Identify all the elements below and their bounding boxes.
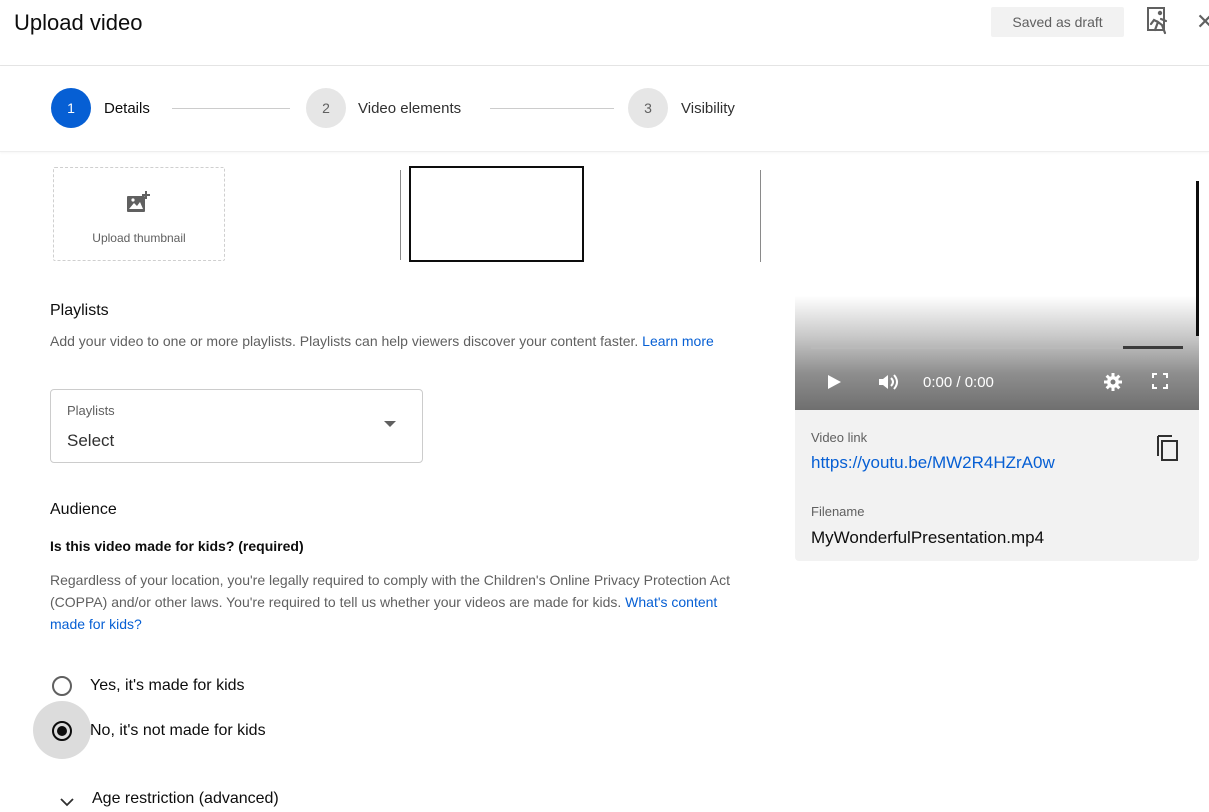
- upload-stepper: 1 Details 2 Video elements 3 Visibility: [0, 66, 1209, 152]
- video-info-panel: Video link https://youtu.be/MW2R4HZrA0w …: [795, 410, 1199, 561]
- learn-more-link[interactable]: Learn more: [642, 333, 714, 349]
- add-photo-icon: [126, 190, 152, 214]
- age-restriction-label: Age restriction (advanced): [92, 790, 279, 807]
- step-details-label[interactable]: Details: [104, 100, 150, 117]
- audience-title: Audience: [50, 501, 117, 518]
- close-icon[interactable]: ✕: [1196, 10, 1209, 34]
- escalate-help-icon[interactable]: [1146, 6, 1172, 36]
- step-connector: [490, 108, 614, 109]
- filename-label: Filename: [811, 504, 865, 519]
- radio-yes-label[interactable]: Yes, it's made for kids: [90, 677, 245, 695]
- step-2-circle[interactable]: 2: [306, 88, 346, 128]
- step-visibility-label[interactable]: Visibility: [681, 100, 735, 117]
- settings-gear-icon[interactable]: [1103, 372, 1123, 392]
- selected-thumbnail[interactable]: [409, 166, 584, 262]
- thumbnail-divider: [760, 170, 761, 262]
- chevron-down-icon: [60, 794, 74, 807]
- volume-icon[interactable]: [877, 372, 903, 392]
- playlists-description: Add your video to one or more playlists.…: [50, 333, 714, 349]
- caret-down-icon: [384, 421, 396, 427]
- playlists-field-value: Select: [67, 431, 115, 450]
- video-progress-buffer: [1123, 346, 1183, 349]
- video-time: 0:00 / 0:00: [923, 374, 994, 391]
- step-video-elements-label[interactable]: Video elements: [358, 100, 461, 117]
- upload-thumbnail-label: Upload thumbnail: [92, 231, 186, 245]
- video-link[interactable]: https://youtu.be/MW2R4HZrA0w: [811, 453, 1055, 473]
- video-link-label: Video link: [811, 430, 868, 445]
- radio-no[interactable]: [52, 721, 72, 741]
- radio-no-label[interactable]: No, it's not made for kids: [90, 722, 266, 740]
- playlists-dropdown[interactable]: Playlists Select: [50, 389, 423, 463]
- playlists-field-label: Playlists: [67, 403, 115, 418]
- made-for-kids-question: Is this video made for kids? (required): [50, 538, 304, 554]
- step-connector: [172, 108, 290, 109]
- thumbnail-divider: [400, 170, 401, 260]
- saved-as-draft-badge: Saved as draft: [991, 7, 1124, 37]
- page-title: Upload video: [14, 10, 143, 35]
- coppa-description: Regardless of your location, you're lega…: [50, 572, 731, 632]
- dialog-header: Upload video Saved as draft ✕: [0, 0, 1209, 66]
- copy-icon[interactable]: [1154, 432, 1180, 464]
- filename-value: MyWonderfulPresentation.mp4: [811, 528, 1045, 547]
- fullscreen-icon[interactable]: [1151, 372, 1169, 392]
- video-preview-player[interactable]: 0:00 / 0:00: [795, 181, 1199, 410]
- step-3-circle[interactable]: 3: [628, 88, 668, 128]
- video-progress-bar[interactable]: [811, 346, 1183, 349]
- upload-thumbnail-button[interactable]: Upload thumbnail: [53, 167, 225, 261]
- preview-frame-edge: [1196, 181, 1199, 336]
- radio-yes[interactable]: [52, 676, 72, 696]
- play-icon[interactable]: [826, 372, 844, 392]
- playlists-title: Playlists: [50, 302, 109, 319]
- step-1-circle[interactable]: 1: [51, 88, 91, 128]
